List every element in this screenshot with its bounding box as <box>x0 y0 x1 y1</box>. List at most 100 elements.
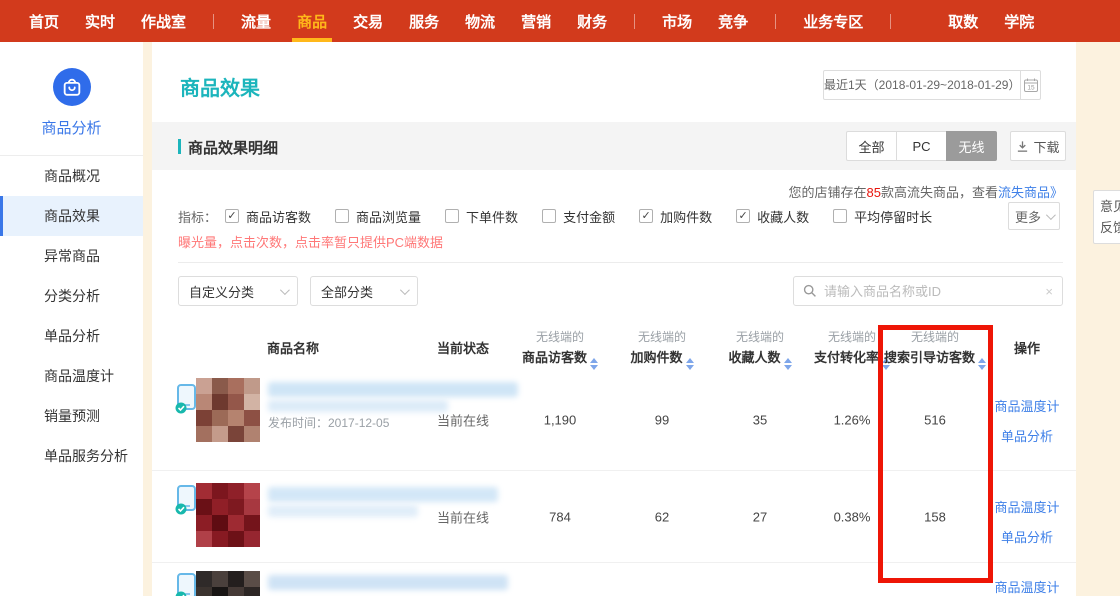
sidebar-item-item-service-analysis[interactable]: 单品服务分析 <box>0 436 143 476</box>
loss-products-link[interactable]: 流失商品》 <box>998 185 1063 200</box>
thermometer-link[interactable]: 商品温度计 <box>992 577 1062 596</box>
single-item-analysis-link[interactable]: 单品分析 <box>992 527 1062 546</box>
metric-payment-amount-checkbox[interactable]: 支付金额 <box>542 207 615 226</box>
sort-icon[interactable] <box>686 358 694 370</box>
blurred-product-title <box>268 505 418 517</box>
product-search-box: × <box>793 276 1063 306</box>
custom-category-dropdown[interactable]: 自定义分类 <box>178 276 298 306</box>
nav-divider <box>775 14 776 29</box>
sidebar-item-product-thermometer[interactable]: 商品温度计 <box>0 356 143 396</box>
sort-icon[interactable] <box>590 358 598 370</box>
terminal-tab-wireless[interactable]: 无线 <box>946 131 997 161</box>
nav-item-finance[interactable]: 财务 <box>564 0 620 42</box>
th-actions: 操作 <box>992 338 1062 357</box>
sidebar-item-product-effect[interactable]: 商品效果 <box>0 196 143 236</box>
blurred-product-title <box>268 575 508 590</box>
metrics-label: 指标： <box>178 207 217 226</box>
svg-text:15: 15 <box>1027 85 1035 92</box>
sidebar-item-abnormal-products[interactable]: 异常商品 <box>0 236 143 276</box>
nav-divider <box>634 14 635 29</box>
download-button[interactable]: 下载 <box>1010 131 1066 161</box>
sidebar-item-category-analysis[interactable]: 分类分析 <box>0 276 143 316</box>
terminal-toggle-group: 全部 PC 无线 <box>846 131 997 161</box>
feedback-tab[interactable]: 意见反馈 <box>1093 190 1120 244</box>
nav-item-academy[interactable]: 学院 <box>991 0 1047 42</box>
divider <box>178 262 1063 263</box>
terminal-tab-all[interactable]: 全部 <box>846 131 897 161</box>
nav-item-war-room[interactable]: 作战室 <box>128 0 199 42</box>
search-icon <box>803 284 817 298</box>
th-wireless-cart-adds[interactable]: 无线端的 加购件数 <box>614 328 710 370</box>
checkbox-icon[interactable] <box>335 209 349 223</box>
th-wireless-visitors[interactable]: 无线端的 商品访客数 <box>512 328 608 370</box>
publish-date: 发布时间：2017-12-05 <box>268 414 389 431</box>
th-wireless-favorites[interactable]: 无线端的 收藏人数 <box>712 328 808 370</box>
search-visitors-cell: 158 <box>882 509 988 524</box>
nav-item-data-extract[interactable]: 取数 <box>935 0 991 42</box>
metric-orders-checkbox[interactable]: 下单件数 <box>445 207 518 226</box>
thermometer-link[interactable]: 商品温度计 <box>992 497 1062 516</box>
clear-search-icon[interactable]: × <box>1045 284 1053 299</box>
table-row: 当前在线 784 62 27 0.38% 158 商品温度计 单品分析 <box>152 470 1076 562</box>
detail-section-band: 商品效果明细 全部 PC 无线 下载 <box>152 122 1076 170</box>
checkbox-checked-icon[interactable] <box>639 209 653 223</box>
more-metrics-button[interactable]: 更多 <box>1008 202 1060 230</box>
pc-only-note: 曝光量，点击次数，点击率暂只提供PC端数据 <box>178 232 443 251</box>
search-input[interactable] <box>824 284 1045 299</box>
metric-pageviews-checkbox[interactable]: 商品浏览量 <box>335 207 421 226</box>
checkbox-icon[interactable] <box>542 209 556 223</box>
nav-item-marketing[interactable]: 营销 <box>508 0 564 42</box>
thermometer-link[interactable]: 商品温度计 <box>992 396 1062 415</box>
chevron-down-icon <box>1046 210 1056 220</box>
checkbox-icon[interactable] <box>445 209 459 223</box>
checkbox-icon[interactable] <box>833 209 847 223</box>
nav-item-business-zone[interactable]: 业务专区 <box>790 0 876 42</box>
nav-item-market[interactable]: 市场 <box>649 0 705 42</box>
nav-item-traffic[interactable]: 流量 <box>228 0 284 42</box>
sort-icon[interactable] <box>978 358 986 370</box>
table-row: 商品温度计 <box>152 562 1076 596</box>
metric-cart-adds-checkbox[interactable]: 加购件数 <box>639 207 712 226</box>
nav-item-service[interactable]: 服务 <box>396 0 452 42</box>
sidebar-item-single-item-analysis[interactable]: 单品分析 <box>0 316 143 356</box>
search-visitors-cell: 516 <box>882 413 988 428</box>
favorites-cell: 35 <box>712 413 808 428</box>
sidebar-section-header: 商品分析 <box>0 42 143 156</box>
sidebar-section-label: 商品分析 <box>0 117 143 138</box>
checkbox-checked-icon[interactable] <box>225 209 239 223</box>
nav-item-trade[interactable]: 交易 <box>340 0 396 42</box>
th-product-name: 商品名称 <box>178 338 388 357</box>
chevron-down-icon <box>280 285 290 295</box>
nav-item-home[interactable]: 首页 <box>16 0 72 42</box>
sidebar-item-product-overview[interactable]: 商品概况 <box>0 156 143 196</box>
blurred-product-title <box>268 487 498 502</box>
date-range-text: 最近1天（2018-01-29~2018-01-29） <box>824 71 1020 99</box>
nav-item-realtime[interactable]: 实时 <box>72 0 128 42</box>
all-category-dropdown[interactable]: 全部分类 <box>310 276 418 306</box>
sidebar-item-sales-forecast[interactable]: 销量预测 <box>0 396 143 436</box>
nav-item-product[interactable]: 商品 <box>284 0 340 42</box>
terminal-tab-pc[interactable]: PC <box>896 131 947 161</box>
th-current-status: 当前状态 <box>418 338 508 357</box>
metric-visitors-checkbox[interactable]: 商品访客数 <box>225 207 311 226</box>
nav-divider <box>890 14 891 29</box>
table-header: 商品名称 当前状态 无线端的 商品访客数 无线端的 加购件数 无线端的 收藏人数… <box>152 324 1076 370</box>
metric-checkbox-row: 指标： 商品访客数 商品浏览量 下单件数 支付金额 加购件数 <box>178 206 956 226</box>
product-image <box>196 378 260 442</box>
metric-avg-stay-checkbox[interactable]: 平均停留时长 <box>833 207 932 226</box>
notice-prefix: 您的店铺存在 <box>788 185 866 200</box>
metric-favorites-checkbox[interactable]: 收藏人数 <box>736 207 809 226</box>
main-content: 商品效果 最近1天（2018-01-29~2018-01-29） 15 商品效果… <box>152 42 1076 596</box>
nav-item-competition[interactable]: 竞争 <box>705 0 761 42</box>
sort-icon[interactable] <box>784 358 792 370</box>
checkbox-checked-icon[interactable] <box>736 209 750 223</box>
download-icon <box>1016 140 1029 153</box>
screen: 首页 实时 作战室 流量 商品 交易 服务 物流 营销 财务 市场 竞争 业务专… <box>0 0 1120 596</box>
download-label: 下载 <box>1033 137 1059 156</box>
date-range-picker[interactable]: 最近1天（2018-01-29~2018-01-29） 15 <box>823 70 1041 100</box>
th-wireless-search-visitors[interactable]: 无线端的 搜索引导访客数 <box>882 328 988 370</box>
calendar-icon[interactable]: 15 <box>1020 71 1040 99</box>
single-item-analysis-link[interactable]: 单品分析 <box>992 426 1062 445</box>
status-cell: 当前在线 <box>418 411 508 430</box>
nav-item-logistics[interactable]: 物流 <box>452 0 508 42</box>
